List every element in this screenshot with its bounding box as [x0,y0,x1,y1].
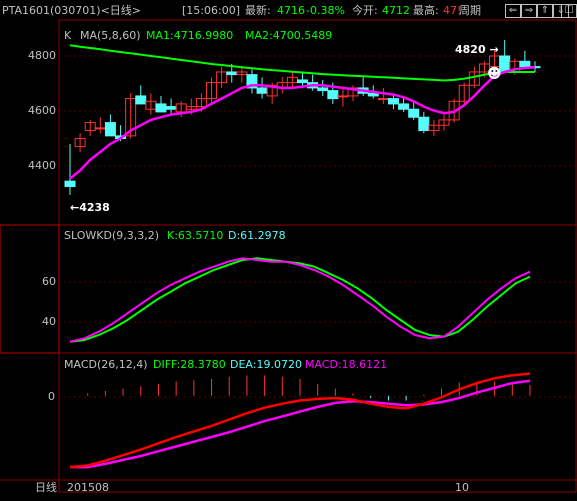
kline-ma1-label: MA1:4716.9980 [146,29,234,42]
kd-d-label: D:61.2978 [228,229,286,242]
candle-body [519,60,531,68]
high-marker-value: 4820 [455,43,486,56]
macd-y-tick-0: 0 [48,390,55,403]
kd-layer [69,257,531,343]
d-line [69,257,531,343]
candle-body [155,103,167,113]
y-tick-4800: 4800 [28,49,56,62]
xaxis-label: 日线 [35,481,57,494]
candle-body [104,122,116,137]
candle-body [398,103,410,110]
candle-body [297,79,308,84]
kline-indicator-label: K [64,29,72,42]
kline-layer [64,40,541,195]
macd-macd-label: MACD:18.6121 [305,358,388,371]
xaxis-tick-mid: 10 [455,481,469,494]
kline-ma2-label: MA2:4700.5489 [245,29,333,42]
low-marker: ←4238 [70,201,110,214]
smiley-icon: ☻ [487,66,502,82]
kd-y-tick-40: 40 [42,315,56,328]
high-marker: 4820 → [455,43,499,56]
xaxis-tick-start: 201508 [67,481,109,494]
candle-body [135,95,147,105]
kd-axis-frame [0,224,60,354]
candle-body [327,90,339,100]
candle-body [226,71,238,76]
macd-label: MACD(26,12,4) [64,358,148,371]
candle-body [94,127,106,130]
low-marker-value: 4238 [79,201,110,214]
y-tick-4600: 4600 [28,104,56,117]
candle-body [337,95,349,98]
candle-body [418,116,430,132]
candle-body [367,92,379,97]
candle-body [256,87,268,94]
candle-body [387,98,399,105]
kd-label: SLOWKD(9,3,3,2) [64,229,160,242]
candle-body [408,108,420,118]
kline-ma-label: MA(5,8,60) [80,29,141,42]
macd-layer [69,372,531,469]
candle-body [64,180,76,187]
macd-diff-label: DIFF:28.3780 [153,358,226,371]
y-tick-4400: 4400 [28,159,56,172]
candle-body [317,87,329,92]
gridlines [59,55,576,398]
kd-y-tick-60: 60 [42,275,56,288]
candle-body [377,98,389,101]
candle-body [165,106,177,110]
kd-k-label: K:63.5710 [167,229,224,242]
macd-dea-label: DEA:19.0720 [230,358,302,371]
